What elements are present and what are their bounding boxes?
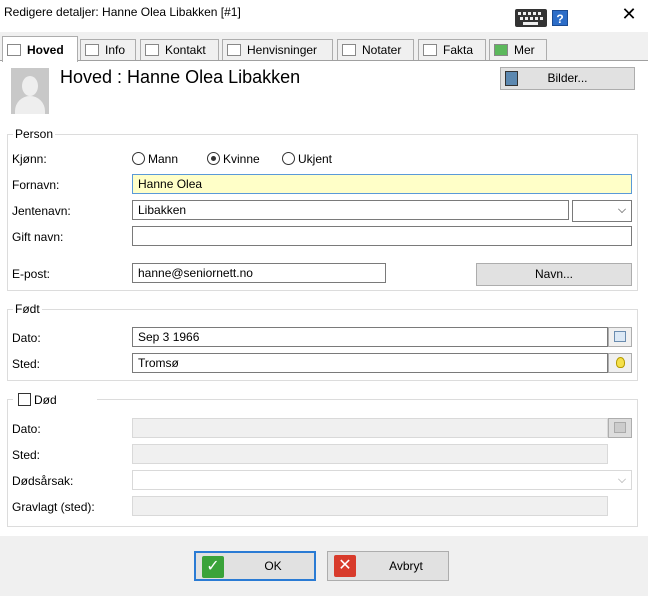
tab-label: Fakta bbox=[443, 43, 474, 57]
picture-icon bbox=[505, 71, 518, 86]
born-date-field[interactable]: Sep 3 1966 bbox=[132, 327, 608, 347]
pictures-button[interactable]: Bilder... bbox=[500, 67, 635, 90]
firstname-label: Fornavn: bbox=[12, 178, 60, 192]
tab-label: Info bbox=[105, 43, 126, 57]
firstname-field[interactable]: Hanne Olea bbox=[132, 174, 632, 194]
radio-ukjent[interactable] bbox=[282, 152, 295, 165]
radio-kvinne-label: Kvinne bbox=[223, 152, 260, 166]
tab-label: Hoved bbox=[27, 42, 64, 57]
maiden-name-dropdown[interactable] bbox=[572, 200, 632, 222]
help-icon[interactable]: ? bbox=[552, 10, 568, 26]
tab-label: Henvisninger bbox=[247, 43, 318, 57]
pictures-button-label: Bilder... bbox=[547, 71, 588, 85]
death-legend: Død bbox=[34, 393, 57, 407]
radio-kvinne[interactable] bbox=[207, 152, 220, 165]
married-name-field[interactable] bbox=[132, 226, 632, 246]
born-place-label: Sted: bbox=[12, 357, 41, 371]
facts-icon bbox=[423, 44, 437, 56]
maiden-name-field[interactable]: Libakken bbox=[132, 200, 569, 220]
tab-info[interactable]: Info bbox=[80, 39, 136, 60]
house-icon bbox=[145, 44, 159, 56]
footer bbox=[0, 536, 648, 596]
married-name-label: Gift navn: bbox=[12, 230, 64, 244]
death-checkbox[interactable] bbox=[18, 393, 31, 406]
death-place-field bbox=[132, 444, 608, 464]
born-legend: Født bbox=[13, 302, 42, 316]
death-cause-dropdown bbox=[132, 470, 632, 490]
references-icon bbox=[227, 44, 241, 56]
info-list-icon bbox=[85, 44, 99, 56]
death-place-label: Sted: bbox=[12, 448, 41, 462]
tab-kontakt[interactable]: Kontakt bbox=[140, 39, 219, 60]
burial-label: Gravlagt (sted): bbox=[12, 500, 95, 514]
radio-mann[interactable] bbox=[132, 152, 145, 165]
page-title: Hoved : Hanne Olea Libakken bbox=[60, 67, 301, 87]
cancel-button-label: Avbryt bbox=[389, 559, 423, 573]
tab-notater[interactable]: Notater bbox=[337, 39, 414, 60]
tab-henvisninger[interactable]: Henvisninger bbox=[222, 39, 333, 60]
death-date-label: Dato: bbox=[12, 422, 41, 436]
tab-mer[interactable]: Mer bbox=[489, 39, 547, 60]
cancel-button[interactable]: ✕ Avbryt bbox=[327, 551, 449, 581]
gender-label: Kjønn: bbox=[12, 152, 47, 166]
chevron-down-icon bbox=[618, 205, 626, 213]
tab-label: Mer bbox=[514, 43, 535, 57]
email-field[interactable]: hanne@seniornett.no bbox=[132, 263, 386, 283]
tab-label: Notater bbox=[362, 43, 402, 57]
calendar-icon bbox=[614, 422, 626, 433]
born-place-field[interactable]: Tromsø bbox=[132, 353, 608, 373]
tab-fakta[interactable]: Fakta bbox=[418, 39, 486, 60]
person-legend: Person bbox=[13, 127, 56, 141]
chevron-down-icon bbox=[618, 475, 626, 483]
death-date-field bbox=[132, 418, 608, 438]
radio-ukjent-label: Ukjent bbox=[298, 152, 333, 166]
keyboard-icon[interactable] bbox=[515, 9, 547, 27]
ok-button[interactable]: ✓ OK bbox=[194, 551, 316, 581]
tab-hoved[interactable]: Hoved bbox=[2, 36, 78, 62]
names-button[interactable]: Navn... bbox=[476, 263, 632, 286]
calendar-button[interactable] bbox=[608, 327, 632, 347]
close-icon[interactable]: ✕ bbox=[620, 4, 638, 24]
window-title: Redigere detaljer: Hanne Olea Libakken [… bbox=[4, 5, 241, 19]
document-icon bbox=[7, 43, 21, 56]
place-lookup-button[interactable] bbox=[608, 353, 632, 373]
calendar-icon bbox=[614, 331, 626, 342]
radio-mann-label: Mann bbox=[148, 152, 179, 166]
death-cause-label: Dødsårsak: bbox=[12, 474, 74, 488]
email-label: E-post: bbox=[12, 267, 51, 281]
maiden-name-label: Jentenavn: bbox=[12, 204, 71, 218]
avatar bbox=[11, 68, 49, 114]
tab-label: Kontakt bbox=[165, 43, 206, 57]
plus-icon bbox=[494, 44, 508, 56]
note-icon bbox=[342, 44, 356, 56]
burial-field bbox=[132, 496, 608, 516]
ok-button-label: OK bbox=[264, 559, 282, 573]
death-calendar-button bbox=[608, 418, 632, 438]
lightbulb-icon bbox=[616, 357, 625, 368]
born-date-label: Dato: bbox=[12, 331, 41, 345]
